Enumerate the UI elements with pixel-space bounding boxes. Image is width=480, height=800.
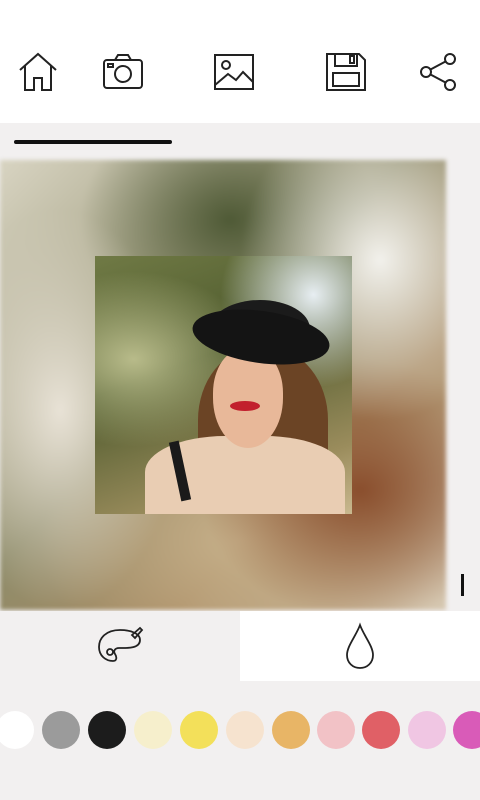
color-swatch[interactable]: [362, 711, 400, 749]
blur-progress-bar: [14, 140, 172, 144]
gallery-button[interactable]: [212, 50, 256, 94]
gallery-icon: [214, 54, 254, 90]
camera-icon: [103, 54, 143, 89]
tab-palette[interactable]: [0, 611, 240, 681]
color-swatch[interactable]: [88, 711, 126, 749]
home-icon: [19, 52, 57, 91]
color-swatch[interactable]: [317, 711, 355, 749]
palette-icon: [98, 626, 144, 662]
save-icon: [326, 53, 366, 91]
color-swatch[interactable]: [42, 711, 80, 749]
foreground-photo[interactable]: [95, 256, 352, 514]
color-swatch[interactable]: [272, 711, 310, 749]
share-button[interactable]: [416, 50, 460, 94]
top-toolbar: [0, 0, 480, 123]
bottom-tab-bar: [0, 611, 480, 681]
drop-icon: [346, 622, 374, 669]
camera-button[interactable]: [101, 50, 145, 94]
color-swatch[interactable]: [180, 711, 218, 749]
home-button[interactable]: [16, 50, 60, 94]
color-swatch[interactable]: [408, 711, 446, 749]
photo-lips: [230, 401, 260, 411]
photo-hat-brim: [189, 301, 333, 373]
color-swatch[interactable]: [134, 711, 172, 749]
slider-handle[interactable]: [461, 574, 464, 596]
tab-drop[interactable]: [240, 611, 480, 681]
save-button[interactable]: [324, 50, 368, 94]
color-swatch[interactable]: [226, 711, 264, 749]
share-icon: [420, 53, 456, 91]
